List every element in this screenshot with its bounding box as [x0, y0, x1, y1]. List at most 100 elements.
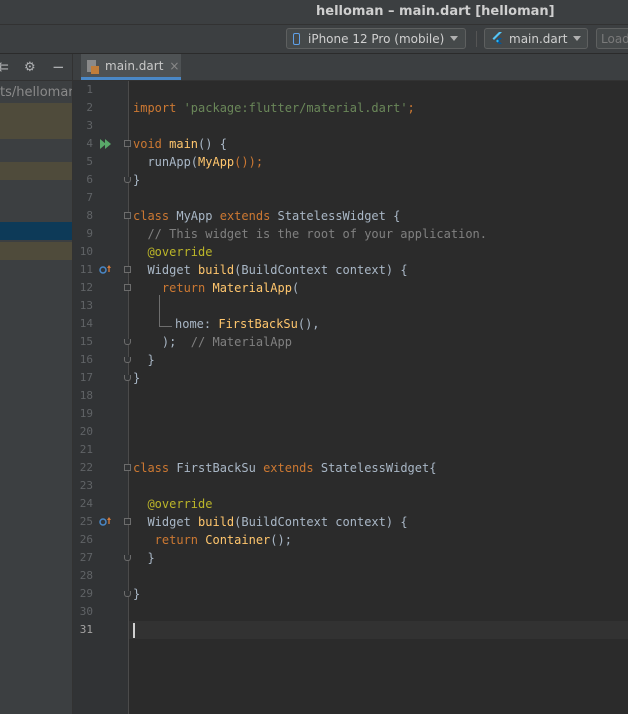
fold-marker[interactable] [124, 375, 131, 381]
toolbar: iPhone 12 Pro (mobile) main.dart Load [0, 25, 628, 54]
code-line: } [133, 371, 141, 385]
code-line: // This widget is the root of your appli… [133, 227, 488, 241]
line-number: 13 [79, 299, 93, 312]
code-editor[interactable]: 1 2 3 4 5 6 7 8 9 10 11 12 13 14 15 16 1… [73, 81, 628, 714]
title-bar: helloman – main.dart [helloman] [0, 0, 628, 25]
line-number: 11 [79, 263, 93, 276]
line-number: 9 [86, 227, 93, 240]
minus-icon[interactable]: − [52, 58, 65, 76]
override-gutter-icon[interactable] [99, 517, 111, 527]
line-number: 14 [79, 317, 93, 330]
line-number: 6 [86, 173, 93, 186]
gear-icon[interactable]: ⚙ [24, 60, 36, 75]
code-line: class FirstBackSu extends StatelessWidge… [133, 461, 437, 475]
line-number: 7 [86, 191, 93, 204]
code-line: return Container(); [133, 533, 292, 547]
code-line: return MaterialApp( [133, 281, 300, 295]
line-number: 22 [79, 461, 93, 474]
dart-file-icon [87, 59, 99, 74]
code-line: } [133, 173, 141, 187]
code-line: @override [133, 497, 213, 511]
fold-marker[interactable] [124, 284, 131, 291]
line-number: 20 [79, 425, 93, 438]
line-number: 17 [79, 371, 93, 384]
project-panel-header: ⇇ ⚙ − [0, 54, 72, 81]
toolbar-separator [476, 31, 477, 47]
fold-marker[interactable] [124, 518, 131, 525]
fold-marker[interactable] [124, 464, 131, 471]
load-button[interactable]: Load [596, 28, 628, 49]
line-number: 27 [79, 551, 93, 564]
current-line-highlight [129, 621, 628, 639]
fold-marker[interactable] [124, 591, 131, 597]
fold-marker[interactable] [124, 357, 131, 363]
code-line: } [133, 551, 155, 565]
code-line: void main() { [133, 137, 227, 151]
project-tree-row[interactable] [0, 242, 72, 260]
indent-guide [159, 295, 160, 327]
code-line: Widget build(BuildContext context) { [133, 515, 408, 529]
tab-main-dart[interactable]: main.dart × [81, 54, 181, 80]
close-icon[interactable]: × [169, 59, 179, 73]
code-line: } [133, 587, 141, 601]
code-line: import 'package:flutter/material.dart'; [133, 101, 415, 115]
line-number: 4 [86, 137, 93, 150]
override-gutter-icon[interactable] [99, 265, 111, 275]
run-gutter-icon[interactable] [100, 139, 112, 149]
gutter-divider [128, 81, 129, 714]
editor-tab-bar: main.dart × [73, 54, 628, 81]
phone-icon [293, 32, 300, 45]
code-line: } [133, 353, 155, 367]
code-line: home: FirstBackSu(), [175, 317, 320, 331]
fold-marker[interactable] [124, 339, 131, 345]
line-number: 19 [79, 407, 93, 420]
line-number: 16 [79, 353, 93, 366]
project-tree-row[interactable] [0, 103, 72, 139]
line-number: 21 [79, 443, 93, 456]
device-selector-label: iPhone 12 Pro (mobile) [308, 31, 445, 46]
tab-label: main.dart [105, 58, 164, 73]
line-number: 5 [86, 155, 93, 168]
fold-marker[interactable] [124, 177, 131, 183]
line-number: 26 [79, 533, 93, 546]
line-number: 30 [79, 605, 93, 618]
window-title: helloman – main.dart [helloman] [316, 4, 555, 19]
indent-guide [159, 326, 172, 327]
code-line: ); // MaterialApp [133, 335, 292, 349]
fold-marker[interactable] [124, 266, 131, 273]
line-number: 18 [79, 389, 93, 402]
fold-marker[interactable] [124, 212, 131, 219]
text-caret [133, 623, 135, 638]
line-number: 12 [79, 281, 93, 294]
collapse-all-icon[interactable]: ⇇ [0, 60, 9, 75]
line-number: 8 [86, 209, 93, 222]
code-line: Widget build(BuildContext context) { [133, 263, 408, 277]
project-tree-row[interactable] [0, 162, 72, 180]
line-number: 23 [79, 479, 93, 492]
line-number: 10 [79, 245, 93, 258]
line-number: 15 [79, 335, 93, 348]
run-config-label: main.dart [509, 31, 568, 46]
line-number-current: 31 [79, 623, 93, 636]
load-label: Load [601, 31, 628, 46]
fold-marker[interactable] [124, 555, 131, 561]
flutter-icon [492, 31, 502, 44]
device-selector[interactable]: iPhone 12 Pro (mobile) [286, 28, 466, 49]
line-number: 25 [79, 515, 93, 528]
line-number: 1 [86, 83, 93, 96]
code-line: @override [133, 245, 213, 259]
project-panel: ⇇ ⚙ − ts/helloman [0, 54, 73, 714]
line-number: 2 [86, 101, 93, 114]
chevron-down-icon [573, 36, 582, 41]
project-path: ts/helloman [0, 85, 73, 100]
line-number: 24 [79, 497, 93, 510]
code-line: runApp(MyApp()); [133, 155, 264, 169]
fold-marker[interactable] [124, 140, 131, 147]
line-number: 28 [79, 569, 93, 582]
line-number: 29 [79, 587, 93, 600]
chevron-down-icon [450, 36, 459, 41]
line-number: 3 [86, 119, 93, 132]
project-tree-row-selected[interactable] [0, 222, 72, 240]
run-config-selector[interactable]: main.dart [484, 28, 588, 49]
code-line: class MyApp extends StatelessWidget { [133, 209, 401, 223]
